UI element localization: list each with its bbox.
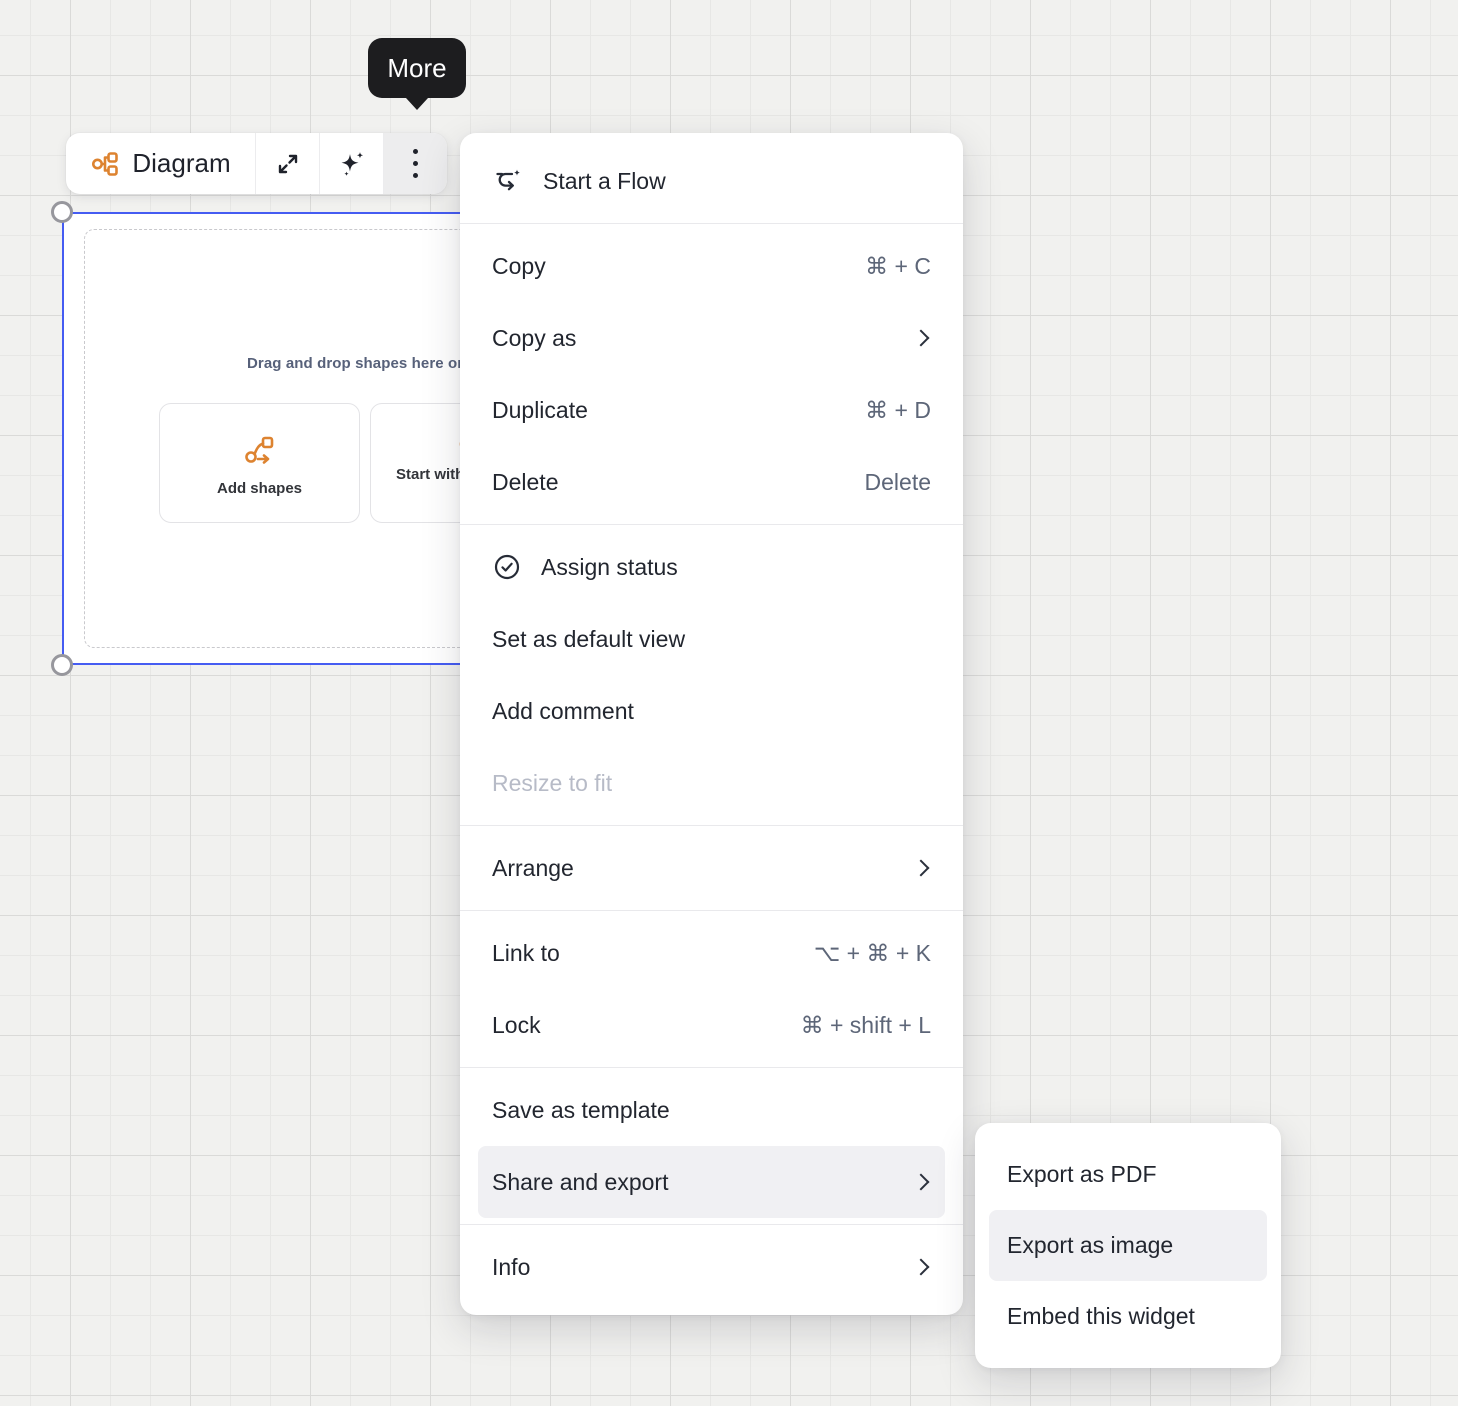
shortcut-label: ⌘ + D	[865, 397, 931, 424]
more-button[interactable]	[383, 133, 447, 194]
menu-item-duplicate[interactable]: Duplicate ⌘ + D	[460, 374, 963, 446]
menu-item-info[interactable]: Info	[460, 1231, 963, 1303]
submenu-item-embed-this-widget[interactable]: Embed this widget	[975, 1281, 1281, 1352]
menu-item-arrange[interactable]: Arrange	[460, 832, 963, 904]
menu-item-label: Resize to fit	[492, 770, 612, 797]
context-menu: Start a Flow Copy ⌘ + C Copy as Duplicat…	[460, 133, 963, 1315]
flow-sparkle-icon	[492, 165, 524, 197]
menu-item-copy-as[interactable]: Copy as	[460, 302, 963, 374]
add-shapes-card[interactable]: Add shapes	[159, 403, 360, 523]
chevron-right-icon	[913, 330, 930, 347]
toolbar-title: Diagram	[132, 148, 230, 179]
menu-divider	[460, 1224, 963, 1225]
menu-divider	[460, 524, 963, 525]
drop-hint-text: Drag and drop shapes here or c	[247, 355, 476, 372]
add-shapes-icon	[243, 433, 277, 467]
toolbar-diagram-button[interactable]: Diagram	[66, 133, 255, 194]
menu-item-assign-status[interactable]: Assign status	[460, 531, 963, 603]
diagram-icon	[90, 149, 120, 179]
menu-item-label: Info	[492, 1254, 530, 1281]
menu-item-copy[interactable]: Copy ⌘ + C	[460, 230, 963, 302]
menu-item-label: Add comment	[492, 698, 634, 725]
menu-item-label: Copy	[492, 253, 546, 280]
sparkles-icon	[336, 148, 368, 180]
chevron-right-icon	[913, 1174, 930, 1191]
menu-item-add-comment[interactable]: Add comment	[460, 675, 963, 747]
menu-item-lock[interactable]: Lock ⌘ + shift + L	[460, 989, 963, 1061]
resize-handle-top-left[interactable]	[51, 201, 73, 223]
menu-item-label: Arrange	[492, 855, 574, 882]
menu-item-delete[interactable]: Delete Delete	[460, 446, 963, 518]
submenu-item-export-as-pdf[interactable]: Export as PDF	[975, 1139, 1281, 1210]
menu-item-label: Share and export	[492, 1169, 668, 1196]
submenu-item-export-as-image[interactable]: Export as image	[989, 1210, 1267, 1281]
start-with-label: Start with	[396, 466, 464, 483]
menu-item-save-as-template[interactable]: Save as template	[460, 1074, 963, 1146]
shortcut-label: ⌘ + shift + L	[801, 1012, 931, 1039]
menu-item-set-as-default-view[interactable]: Set as default view	[460, 603, 963, 675]
widget-toolbar: Diagram	[66, 133, 447, 194]
menu-divider	[460, 223, 963, 224]
menu-item-label: Delete	[492, 469, 558, 496]
menu-item-label: Lock	[492, 1012, 541, 1039]
add-shapes-label: Add shapes	[217, 480, 302, 497]
menu-divider	[460, 1067, 963, 1068]
more-tooltip: More	[368, 38, 466, 98]
shortcut-label: Delete	[865, 469, 931, 496]
kebab-menu-icon	[413, 149, 418, 178]
menu-item-label: Duplicate	[492, 397, 588, 424]
menu-item-start-a-flow[interactable]: Start a Flow	[460, 145, 963, 217]
expand-button[interactable]	[255, 133, 319, 194]
resize-handle-bottom-left[interactable]	[51, 654, 73, 676]
menu-item-label: Copy as	[492, 325, 576, 352]
menu-item-share-and-export[interactable]: Share and export	[478, 1146, 945, 1218]
menu-divider	[460, 910, 963, 911]
chevron-right-icon	[913, 1259, 930, 1276]
chevron-right-icon	[913, 860, 930, 877]
shortcut-label: ⌥ + ⌘ + K	[814, 940, 931, 967]
menu-item-resize-to-fit: Resize to fit	[460, 747, 963, 819]
menu-divider	[460, 825, 963, 826]
check-circle-icon	[492, 552, 522, 582]
submenu-item-label: Embed this widget	[1007, 1303, 1195, 1330]
submenu-item-label: Export as image	[1007, 1232, 1173, 1259]
menu-item-label: Save as template	[492, 1097, 670, 1124]
ai-assist-button[interactable]	[319, 133, 383, 194]
menu-item-label: Start a Flow	[543, 168, 666, 195]
menu-item-label: Set as default view	[492, 626, 685, 653]
menu-item-label: Assign status	[541, 554, 678, 581]
submenu-item-label: Export as PDF	[1007, 1161, 1157, 1188]
share-export-submenu: Export as PDF Export as image Embed this…	[975, 1123, 1281, 1368]
shortcut-label: ⌘ + C	[865, 253, 931, 280]
more-tooltip-label: More	[387, 53, 446, 84]
expand-diagonal-icon	[273, 149, 303, 179]
menu-item-label: Link to	[492, 940, 560, 967]
menu-item-link-to[interactable]: Link to ⌥ + ⌘ + K	[460, 917, 963, 989]
